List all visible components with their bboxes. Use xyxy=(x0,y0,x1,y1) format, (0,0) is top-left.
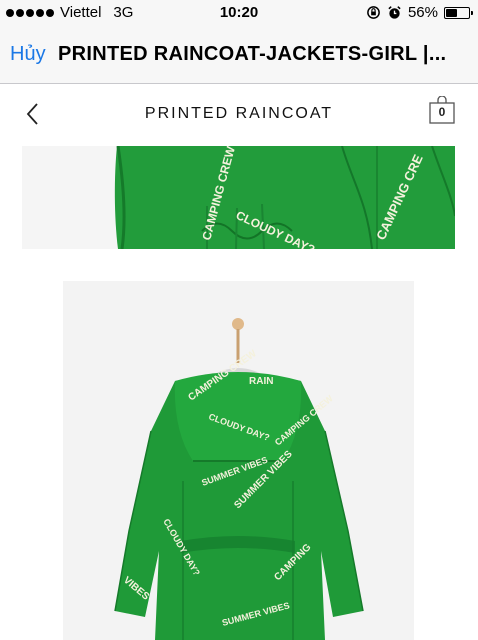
product-main-image[interactable]: CAMPING CREW RAIN CLOUDY DAY? SUMMER VIB… xyxy=(63,281,414,640)
page-title: PRINTED RAINCOAT-JACKETS-GIRL |... xyxy=(58,43,447,65)
product-detail-image[interactable]: CAMPING CREW CLOUDY DAY? CAMPING CRE xyxy=(22,146,455,249)
battery-icon xyxy=(444,6,473,19)
navigation-bar: Hủy PRINTED RAINCOAT-JACKETS-GIRL |... xyxy=(0,26,478,84)
print-text: RAIN xyxy=(249,376,273,387)
status-bar: Viettel 3G 10:20 56% xyxy=(0,0,478,26)
cancel-button[interactable]: Hủy xyxy=(10,43,46,66)
alarm-icon xyxy=(388,6,401,19)
raincoat-picture: CAMPING CREW RAIN CLOUDY DAY? SUMMER VIB… xyxy=(63,281,414,640)
cart-button[interactable]: 0 xyxy=(428,96,456,126)
product-header: PRINTED RAINCOAT 0 xyxy=(0,84,478,144)
product-title: PRINTED RAINCOAT xyxy=(144,105,334,122)
rotation-lock-icon xyxy=(367,6,380,19)
cart-count: 0 xyxy=(438,105,446,119)
battery-percentage: 56% xyxy=(407,4,438,21)
raincoat-detail-picture: CAMPING CREW CLOUDY DAY? CAMPING CRE xyxy=(22,146,455,249)
